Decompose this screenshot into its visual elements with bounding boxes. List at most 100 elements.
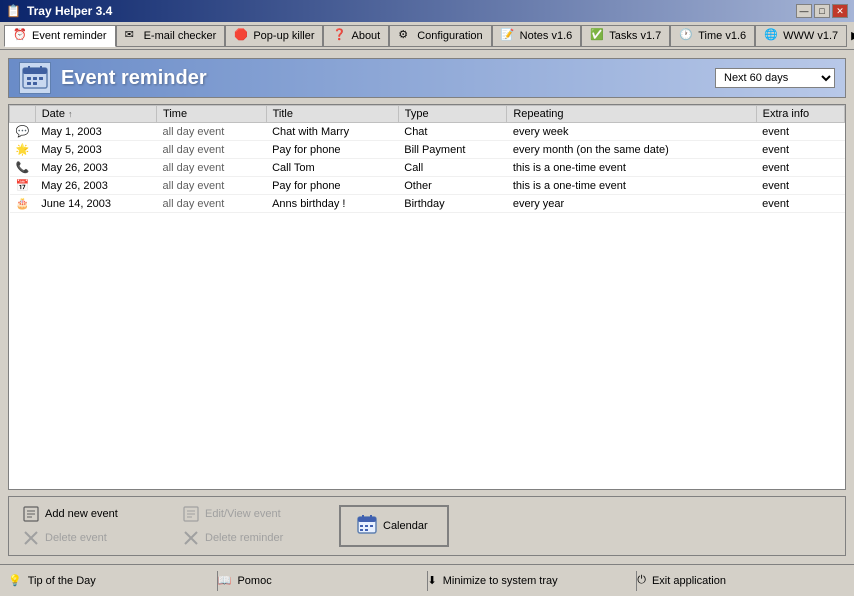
add-event-label: Add new event [45, 508, 118, 520]
delete-event-icon [23, 530, 39, 546]
tab-configuration[interactable]: ⚙ Configuration [389, 25, 491, 47]
tab-configuration-label: Configuration [417, 30, 482, 42]
col-icon [10, 106, 36, 123]
row-date: May 26, 2003 [35, 159, 156, 177]
table-row[interactable]: 🌟 May 5, 2003 all day event Pay for phon… [10, 141, 845, 159]
col-repeating[interactable]: Repeating [507, 106, 756, 123]
dropdown-container[interactable]: Next 60 days Next 7 days Next 30 days Ne… [715, 68, 835, 88]
pomoc-icon: 📖 [218, 574, 232, 587]
row-time: all day event [157, 123, 267, 141]
delete-reminder-label: Delete reminder [205, 532, 283, 544]
row-title: Call Tom [266, 159, 398, 177]
row-icon: 📞 [10, 159, 36, 177]
row-extra: event [756, 195, 844, 213]
row-icon: 📅 [10, 177, 36, 195]
add-event-button[interactable]: Add new event [19, 504, 179, 524]
middle-actions: Edit/View event Delete reminder [179, 504, 339, 548]
add-event-icon [23, 506, 39, 522]
close-button[interactable]: ✕ [832, 4, 848, 18]
col-extra[interactable]: Extra info [756, 106, 844, 123]
col-time[interactable]: Time [157, 106, 267, 123]
row-extra: event [756, 141, 844, 159]
tab-popup-killer[interactable]: 🛑 Pop-up killer [225, 25, 323, 47]
sort-arrow-date: ↑ [68, 109, 73, 119]
edit-event-label: Edit/View event [205, 508, 281, 520]
tab-about[interactable]: ❓ About [323, 25, 389, 47]
toolbar: ⏰ Event reminder ✉ E-mail checker 🛑 Pop-… [0, 22, 854, 50]
exit-label: Exit application [652, 575, 726, 587]
row-title: Pay for phone [266, 177, 398, 195]
event-header: Event reminder Next 60 days Next 7 days … [8, 58, 846, 98]
action-bar: Add new event Delete event [8, 496, 846, 556]
tab-tasks[interactable]: ✅ Tasks v1.7 [581, 25, 670, 47]
date-range-dropdown[interactable]: Next 60 days Next 7 days Next 30 days Ne… [715, 68, 835, 88]
minimize-tray-item[interactable]: ⬇ Minimize to system tray [428, 574, 637, 587]
maximize-button[interactable]: □ [814, 4, 830, 18]
tab-scroll-right[interactable]: ▶ [847, 27, 854, 44]
row-repeating: every month (on the same date) [507, 141, 756, 159]
row-type: Call [398, 159, 507, 177]
tab-event-reminder-label: Event reminder [32, 30, 107, 42]
row-repeating: this is a one-time event [507, 177, 756, 195]
tab-www-label: WWW v1.7 [783, 30, 838, 42]
tab-about-label: About [351, 30, 380, 42]
tab-email-checker[interactable]: ✉ E-mail checker [116, 25, 226, 47]
pomoc-item[interactable]: 📖 Pomoc [218, 574, 427, 587]
time-icon: 🕐 [679, 28, 695, 44]
delete-event-button[interactable]: Delete event [19, 528, 179, 548]
edit-event-icon [183, 506, 199, 522]
event-reminder-icon: ⏰ [13, 28, 29, 44]
calendar-button[interactable]: Calendar [339, 505, 449, 547]
exit-item[interactable]: ⏻ Exit application [637, 574, 846, 587]
row-time: all day event [157, 141, 267, 159]
page-title: Event reminder [61, 67, 207, 90]
edit-event-button[interactable]: Edit/View event [179, 504, 339, 524]
tip-icon: 💡 [8, 574, 22, 587]
calendar-btn-container[interactable]: Calendar [339, 505, 449, 547]
row-repeating: this is a one-time event [507, 159, 756, 177]
table-row[interactable]: 💬 May 1, 2003 all day event Chat with Ma… [10, 123, 845, 141]
row-date: May 5, 2003 [35, 141, 156, 159]
title-controls: — □ ✕ [796, 4, 848, 18]
window-title: Tray Helper 3.4 [27, 4, 112, 18]
row-date: May 1, 2003 [35, 123, 156, 141]
table-body: 💬 May 1, 2003 all day event Chat with Ma… [10, 123, 845, 213]
tab-email-checker-label: E-mail checker [144, 30, 217, 42]
col-title[interactable]: Title [266, 106, 398, 123]
left-actions: Add new event Delete event [19, 504, 179, 548]
email-checker-icon: ✉ [125, 28, 141, 44]
popup-killer-icon: 🛑 [234, 28, 250, 44]
tab-notes[interactable]: 📝 Notes v1.6 [492, 25, 582, 47]
events-table-container: Date ↑ Time Title Type Repeating [8, 104, 846, 490]
minimize-button[interactable]: — [796, 4, 812, 18]
www-icon: 🌐 [764, 28, 780, 44]
tab-www[interactable]: 🌐 WWW v1.7 [755, 25, 847, 47]
minimize-tray-label: Minimize to system tray [443, 575, 558, 587]
table-row[interactable]: 📅 May 26, 2003 all day event Pay for pho… [10, 177, 845, 195]
col-type[interactable]: Type [398, 106, 507, 123]
row-title: Chat with Marry [266, 123, 398, 141]
tab-event-reminder[interactable]: ⏰ Event reminder [4, 25, 116, 47]
row-extra: event [756, 123, 844, 141]
col-date[interactable]: Date ↑ [35, 106, 156, 123]
row-time: all day event [157, 159, 267, 177]
table-row[interactable]: 🎂 June 14, 2003 all day event Anns birth… [10, 195, 845, 213]
row-title: Anns birthday ! [266, 195, 398, 213]
exit-icon: ⏻ [637, 574, 646, 587]
calendar-label: Calendar [383, 520, 428, 532]
row-type: Chat [398, 123, 507, 141]
table-row[interactable]: 📞 May 26, 2003 all day event Call Tom Ca… [10, 159, 845, 177]
tab-time[interactable]: 🕐 Time v1.6 [670, 25, 755, 47]
title-bar-left: 📋 Tray Helper 3.4 [6, 4, 112, 18]
row-icon: 🎂 [10, 195, 36, 213]
event-header-left: Event reminder [19, 62, 207, 94]
tip-of-day[interactable]: 💡 Tip of the Day [8, 574, 217, 587]
about-icon: ❓ [332, 28, 348, 44]
row-time: all day event [157, 177, 267, 195]
event-header-icon [19, 62, 51, 94]
row-title: Pay for phone [266, 141, 398, 159]
tab-popup-killer-label: Pop-up killer [253, 30, 314, 42]
delete-reminder-button[interactable]: Delete reminder [179, 528, 339, 548]
tab-notes-label: Notes v1.6 [520, 30, 573, 42]
row-type: Bill Payment [398, 141, 507, 159]
